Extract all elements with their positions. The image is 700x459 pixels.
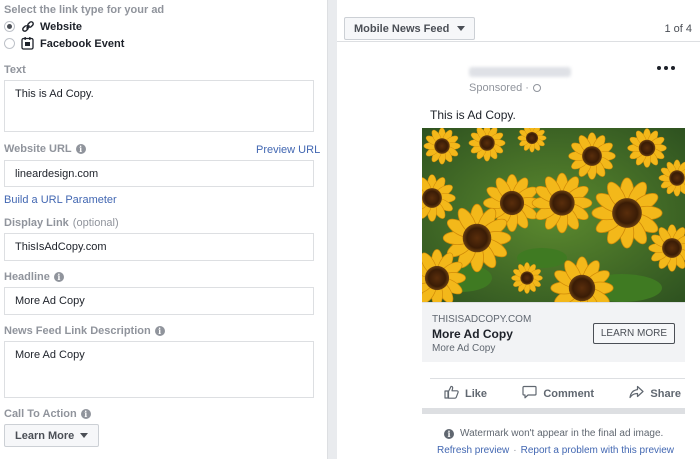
refresh-preview-link[interactable]: Refresh preview [437, 445, 509, 456]
ad-text: This is Ad Copy. [430, 108, 516, 122]
link-domain: THISISADCOPY.COM [432, 314, 532, 325]
ad-creative-form: Select the link type for your ad Website… [0, 0, 328, 459]
info-icon[interactable]: i [75, 144, 86, 154]
like-icon [444, 385, 459, 402]
learn-more-button[interactable]: LEARN MORE [592, 323, 675, 344]
radio-event-label: Facebook Event [40, 37, 125, 50]
info-icon: i [444, 428, 454, 439]
sponsored-label: Sponsored · [469, 82, 541, 94]
news-feed-description-label: News Feed Link Description i [4, 325, 165, 337]
link-separator: · [513, 445, 517, 456]
radio-facebook-event[interactable]: Facebook Event [4, 36, 124, 51]
comment-button[interactable]: Comment [522, 385, 594, 402]
page-name-blurred [469, 67, 571, 77]
radio-website-label: Website [40, 20, 82, 33]
post-divider [422, 408, 685, 414]
link-icon [20, 19, 35, 34]
info-icon[interactable]: i [80, 409, 91, 419]
link-type-label: Select the link type for your ad [4, 4, 165, 16]
more-dots-icon[interactable] [657, 66, 675, 70]
share-icon [629, 385, 645, 402]
like-button[interactable]: Like [444, 385, 487, 402]
ad-image-sunflowers[interactable] [422, 128, 685, 302]
display-link-input[interactable]: ThisIsAdCopy.com [4, 233, 314, 261]
calendar-icon [20, 36, 35, 51]
text-label: Text [4, 64, 26, 76]
text-input[interactable]: This is Ad Copy. [4, 80, 314, 132]
radio-event-button[interactable] [4, 38, 15, 49]
globe-icon [532, 84, 541, 92]
info-icon[interactable]: i [154, 326, 165, 336]
placement-dropdown[interactable]: Mobile News Feed [344, 17, 476, 40]
caret-down-icon [80, 433, 89, 438]
headline-label: Headline i [4, 271, 64, 283]
comment-icon [522, 385, 537, 402]
caret-down-icon [457, 26, 466, 31]
call-to-action-dropdown[interactable]: Learn More [4, 424, 100, 447]
preview-url-link[interactable]: Preview URL [256, 144, 320, 156]
preview-toolbar: Mobile News Feed 1 of 4 [337, 0, 700, 42]
link-description: More Ad Copy [432, 343, 496, 354]
ad-preview-panel: Mobile News Feed 1 of 4 Sponsored · This… [337, 0, 700, 459]
website-url-label: Website URL i [4, 143, 86, 155]
build-url-parameter-link[interactable]: Build a URL Parameter [4, 194, 117, 206]
preview-footer-links: Refresh preview · Report a problem with … [437, 445, 674, 456]
headline-input[interactable]: More Ad Copy [4, 287, 314, 315]
radio-website[interactable]: Website [4, 19, 82, 34]
link-preview-box[interactable]: THISISADCOPY.COM More Ad Copy More Ad Co… [422, 302, 685, 362]
news-feed-description-input[interactable]: More Ad Copy [4, 341, 314, 398]
link-headline: More Ad Copy [432, 327, 513, 341]
display-link-label: Display Link (optional) [4, 217, 119, 229]
post-actions: Like Comment Share [430, 378, 685, 408]
watermark-note: i Watermark won't appear in the final ad… [444, 428, 663, 439]
preview-pager: 1 of 4 [664, 23, 692, 35]
call-to-action-label: Call To Action i [4, 408, 91, 420]
report-problem-link[interactable]: Report a problem with this preview [521, 445, 674, 456]
share-button[interactable]: Share [629, 385, 681, 402]
info-icon[interactable]: i [53, 272, 64, 282]
website-url-input[interactable]: lineardesign.com [4, 160, 314, 187]
radio-website-button[interactable] [4, 21, 15, 32]
